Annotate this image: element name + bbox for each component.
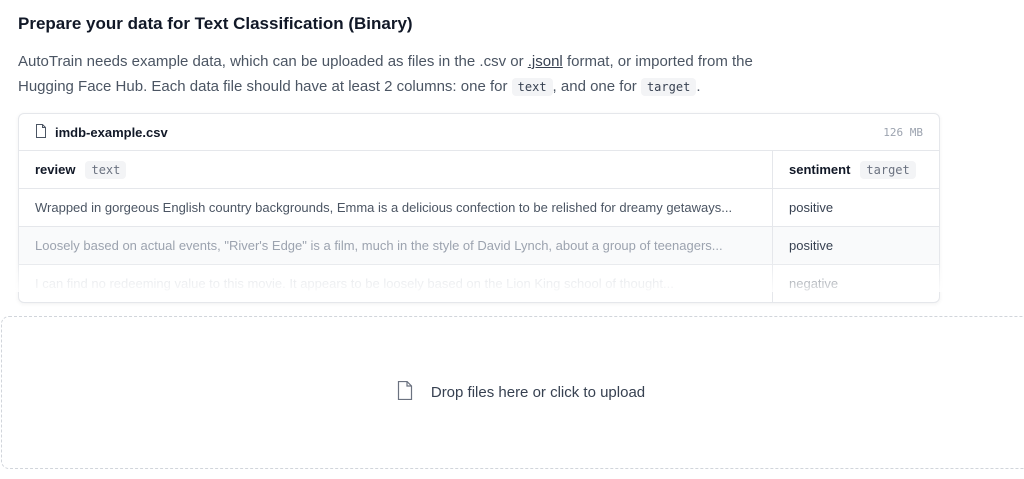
file-header: imdb-example.csv 126 MB (19, 114, 939, 151)
table-row: Wrapped in gorgeous English country back… (19, 189, 939, 227)
column-tag-target: target (860, 160, 916, 179)
file-name: imdb-example.csv (55, 124, 168, 140)
target-code: target (640, 78, 697, 96)
file-icon (397, 380, 413, 405)
file-icon (35, 123, 47, 141)
description: AutoTrain needs example data, which can … (18, 53, 753, 96)
column-tag-text: text (85, 160, 127, 179)
column-review: review (35, 162, 76, 177)
column-sentiment: sentiment (789, 162, 851, 177)
text-code: text (511, 78, 553, 96)
file-dropzone[interactable]: Drop files here or click to upload (1, 316, 1024, 469)
file-size: 126 MB (883, 125, 923, 139)
table-header: review text sentiment target (19, 151, 939, 189)
page-title: Prepare your data for Text Classificatio… (18, 14, 413, 33)
fade-overlay (0, 258, 1024, 292)
dropzone-label: Drop files here or click to upload (430, 384, 646, 401)
jsonl-link[interactable]: .jsonl (528, 53, 563, 70)
